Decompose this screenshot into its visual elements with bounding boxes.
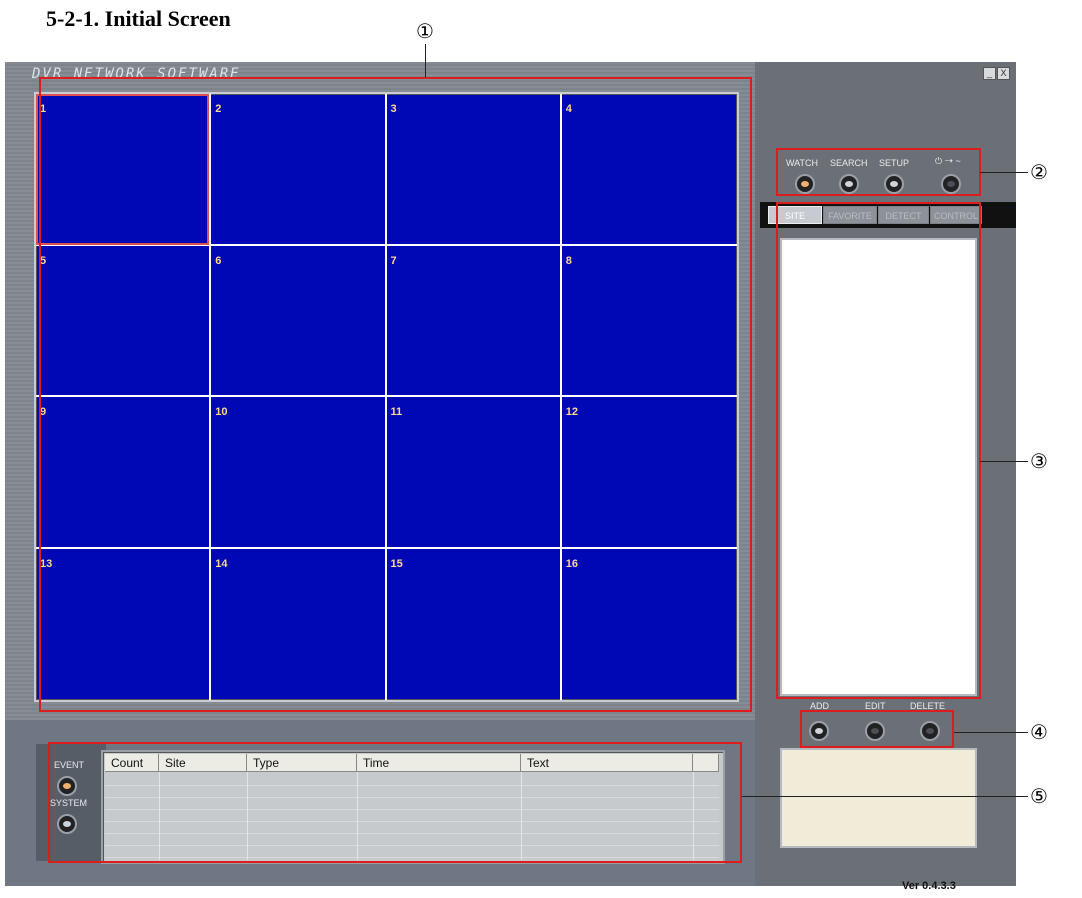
info-box — [780, 748, 977, 848]
minimize-icon[interactable]: _ — [983, 67, 996, 80]
callout-number-5: ⑤ — [1030, 784, 1048, 808]
callout-leader-4 — [954, 732, 1028, 733]
callout-box-4 — [800, 710, 954, 748]
callout-box-3 — [776, 202, 981, 699]
callout-box-2 — [776, 148, 981, 196]
callout-box-1 — [39, 77, 752, 712]
close-icon[interactable]: X — [997, 67, 1010, 80]
page-heading: 5-2-1. Initial Screen — [46, 6, 231, 31]
callout-number-2: ② — [1030, 160, 1048, 184]
version-label: Ver 0.4.3.3 — [902, 880, 956, 892]
callout-leader-2 — [980, 172, 1028, 173]
callout-number-4: ④ — [1030, 720, 1048, 744]
callout-leader-1 — [425, 44, 426, 78]
callout-leader-5 — [742, 796, 1028, 797]
callout-number-3: ③ — [1030, 449, 1048, 473]
callout-leader-3 — [980, 461, 1028, 462]
callout-number-1: ① — [416, 19, 434, 43]
callout-box-5 — [48, 742, 742, 863]
